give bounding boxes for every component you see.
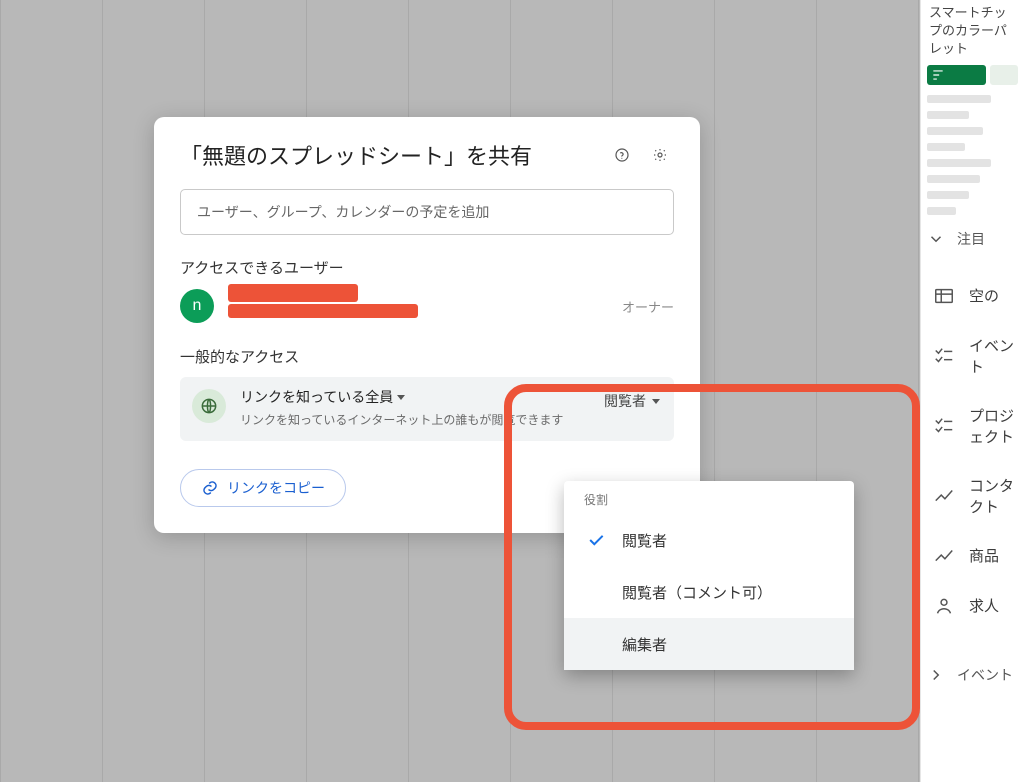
- side-item-label: 求人: [969, 595, 999, 616]
- side-item-contact[interactable]: コンタクト: [921, 461, 1024, 531]
- line-chart-icon: [933, 485, 955, 507]
- role-option-commenter[interactable]: 閲覧者（コメント可）: [564, 566, 854, 618]
- side-item-label: プロジェクト: [969, 405, 1018, 447]
- role-option-label: 閲覧者: [622, 530, 667, 551]
- side-item-label: 空の: [969, 285, 999, 306]
- side-panel-title: スマートチップのカラーパレット: [921, 0, 1024, 61]
- current-role-label: 閲覧者: [604, 391, 646, 411]
- side-item-event[interactable]: イベント: [921, 321, 1024, 391]
- dialog-title: 「無題のスプレッドシート」を共有: [180, 139, 598, 171]
- general-access-row: リンクを知っている全員 リンクを知っているインターネット上の誰もが閲覧できます …: [180, 377, 674, 441]
- add-people-placeholder: ユーザー、グループ、カレンダーの予定を追加: [197, 202, 489, 222]
- role-option-viewer[interactable]: 閲覧者: [564, 514, 854, 566]
- help-button[interactable]: [608, 141, 636, 169]
- caret-down-icon: [652, 399, 660, 404]
- copy-link-label: リンクをコピー: [227, 478, 325, 498]
- side-item-project[interactable]: プロジェクト: [921, 391, 1024, 461]
- checklist-icon: [933, 345, 955, 367]
- redacted-name: [228, 284, 358, 302]
- side-item-label: コンタクト: [969, 475, 1018, 517]
- role-selector[interactable]: 閲覧者: [604, 391, 660, 411]
- gear-icon: [652, 144, 668, 166]
- add-people-input[interactable]: ユーザー、グループ、カレンダーの予定を追加: [180, 189, 674, 235]
- chevron-down-icon: [927, 230, 945, 248]
- link-scope-button[interactable]: リンクを知っている全員: [240, 387, 590, 407]
- role-option-editor[interactable]: 編集者: [564, 618, 854, 670]
- color-chip-alt[interactable]: [990, 65, 1018, 85]
- side-item-label: 商品: [969, 545, 999, 566]
- public-icon: [192, 389, 226, 423]
- role-option-label: 編集者: [622, 634, 667, 655]
- avatar: n: [180, 289, 214, 323]
- share-dialog: 「無題のスプレッドシート」を共有 ユーザー、グループ、カレンダーの予定を追加 ア…: [154, 117, 700, 533]
- link-scope-description: リンクを知っているインターネット上の誰もが閲覧できます: [240, 411, 590, 429]
- copy-link-button[interactable]: リンクをコピー: [180, 469, 346, 507]
- chevron-right-icon: [927, 666, 945, 684]
- side-item-label: イベント: [969, 335, 1018, 377]
- side-skeleton: [927, 95, 1018, 215]
- side-section-label: 注目: [957, 229, 985, 249]
- side-panel: スマートチップのカラーパレット 注目 空の イベント プロジェクト コンタクト …: [920, 0, 1024, 782]
- side-section-label: イベント: [957, 665, 1013, 685]
- help-icon: [614, 144, 630, 166]
- role-popover-caption: 役割: [564, 491, 854, 514]
- role-option-label: 閲覧者（コメント可）: [622, 582, 772, 603]
- settings-button[interactable]: [646, 141, 674, 169]
- side-item-job[interactable]: 求人: [921, 581, 1024, 631]
- checklist-icon: [933, 415, 955, 437]
- table-icon: [933, 285, 955, 307]
- check-icon: [584, 530, 608, 550]
- link-icon: [201, 479, 219, 497]
- color-chip-row: [927, 65, 1018, 85]
- side-item-product[interactable]: 商品: [921, 531, 1024, 581]
- side-section-event2[interactable]: イベント: [927, 665, 1018, 685]
- link-scope-label: リンクを知っている全員: [240, 387, 393, 407]
- owner-role-label: オーナー: [622, 297, 674, 316]
- side-section-attention[interactable]: 注目: [927, 229, 1018, 249]
- color-chip-selected[interactable]: [927, 65, 986, 85]
- owner-row: n オーナー: [180, 288, 674, 324]
- person-icon: [933, 595, 955, 617]
- caret-down-icon: [397, 395, 405, 400]
- access-section-label: アクセスできるユーザー: [180, 257, 674, 278]
- role-popover: 役割 閲覧者 閲覧者（コメント可） 編集者: [564, 481, 854, 670]
- globe-icon: [199, 396, 219, 416]
- side-item-empty[interactable]: 空の: [921, 271, 1024, 321]
- redacted-email: [228, 304, 418, 318]
- line-chart-icon: [933, 545, 955, 567]
- general-access-label: 一般的なアクセス: [180, 346, 674, 367]
